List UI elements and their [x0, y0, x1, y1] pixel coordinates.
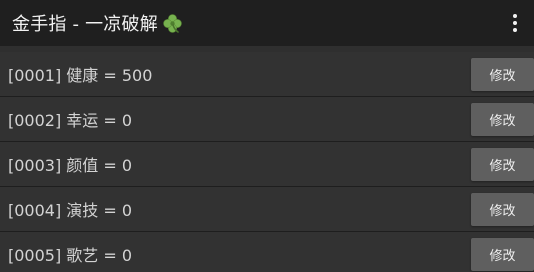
toolbar-title: 金手指 - 一凉破解 [12, 10, 183, 36]
edit-button[interactable]: 修改 [471, 192, 534, 226]
more-vert-icon[interactable] [504, 8, 526, 38]
app-title-text: 金手指 - 一凉破解 [12, 14, 158, 35]
app-window: 金手指 - 一凉破解 [0001] 健康 = 500 修改 [0002] 幸运 … [0, 0, 534, 272]
entry-label: [0004] 演技 = 0 [8, 201, 133, 220]
list-item: [0004] 演技 = 0 修改 [0, 187, 534, 232]
list-item: [0003] 颜值 = 0 修改 [0, 142, 534, 187]
list-item: [0002] 幸运 = 0 修改 [0, 97, 534, 142]
list-item: [0001] 健康 = 500 修改 [0, 52, 534, 97]
entry-label: [0005] 歌艺 = 0 [8, 246, 133, 265]
entry-label: [0003] 颜值 = 0 [8, 156, 133, 175]
edit-button[interactable]: 修改 [471, 57, 534, 91]
entry-label: [0001] 健康 = 500 [8, 66, 153, 85]
list-item: [0005] 歌艺 = 0 修改 [0, 232, 534, 272]
four-leaf-clover-icon [162, 13, 183, 34]
cheat-list: [0001] 健康 = 500 修改 [0002] 幸运 = 0 修改 [000… [0, 52, 534, 272]
edit-button[interactable]: 修改 [471, 147, 534, 181]
edit-button[interactable]: 修改 [471, 237, 534, 271]
entry-label: [0002] 幸运 = 0 [8, 111, 133, 130]
edit-button[interactable]: 修改 [471, 102, 534, 136]
top-toolbar: 金手指 - 一凉破解 [0, 0, 534, 46]
